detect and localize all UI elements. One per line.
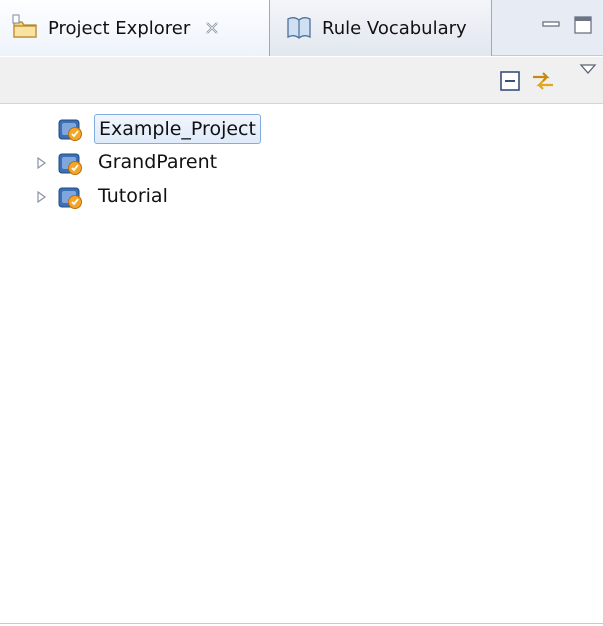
expand-arrow-icon[interactable] [34, 156, 48, 170]
project-icon [58, 187, 82, 209]
minimize-icon[interactable] [540, 14, 562, 36]
tree-item-example-project[interactable]: Example_Project [0, 112, 603, 146]
view-bottom-border [0, 623, 603, 624]
tree-item-tutorial[interactable]: Tutorial [0, 180, 603, 214]
view-tab-bar: Project Explorer Rule Vocabulary [0, 0, 603, 56]
collapse-all-icon[interactable] [497, 68, 523, 94]
project-tree: Example_Project GrandParent Tutorial [0, 104, 603, 626]
tree-item-label: Tutorial [98, 185, 168, 207]
rule-vocabulary-icon [287, 17, 311, 39]
link-with-editor-icon[interactable] [530, 68, 556, 94]
view-toolbar [0, 57, 603, 104]
close-icon[interactable] [202, 18, 222, 38]
expand-arrow-icon[interactable] [34, 190, 48, 204]
tab-label: Project Explorer [48, 17, 191, 39]
project-explorer-view: Project Explorer Rule Vocabulary Example… [0, 0, 603, 626]
project-icon [58, 119, 82, 141]
tree-item-label: GrandParent [98, 151, 218, 173]
view-menu-icon[interactable] [578, 59, 598, 79]
tree-item-label: Example_Project [94, 114, 261, 144]
tab-label: Rule Vocabulary [322, 17, 467, 39]
project-explorer-icon [12, 14, 37, 38]
tab-rule-vocabulary[interactable]: Rule Vocabulary [270, 0, 492, 56]
maximize-icon[interactable] [572, 14, 594, 36]
tree-item-grandparent[interactable]: GrandParent [0, 146, 603, 180]
tab-project-explorer[interactable]: Project Explorer [0, 0, 270, 56]
project-icon [58, 153, 82, 175]
